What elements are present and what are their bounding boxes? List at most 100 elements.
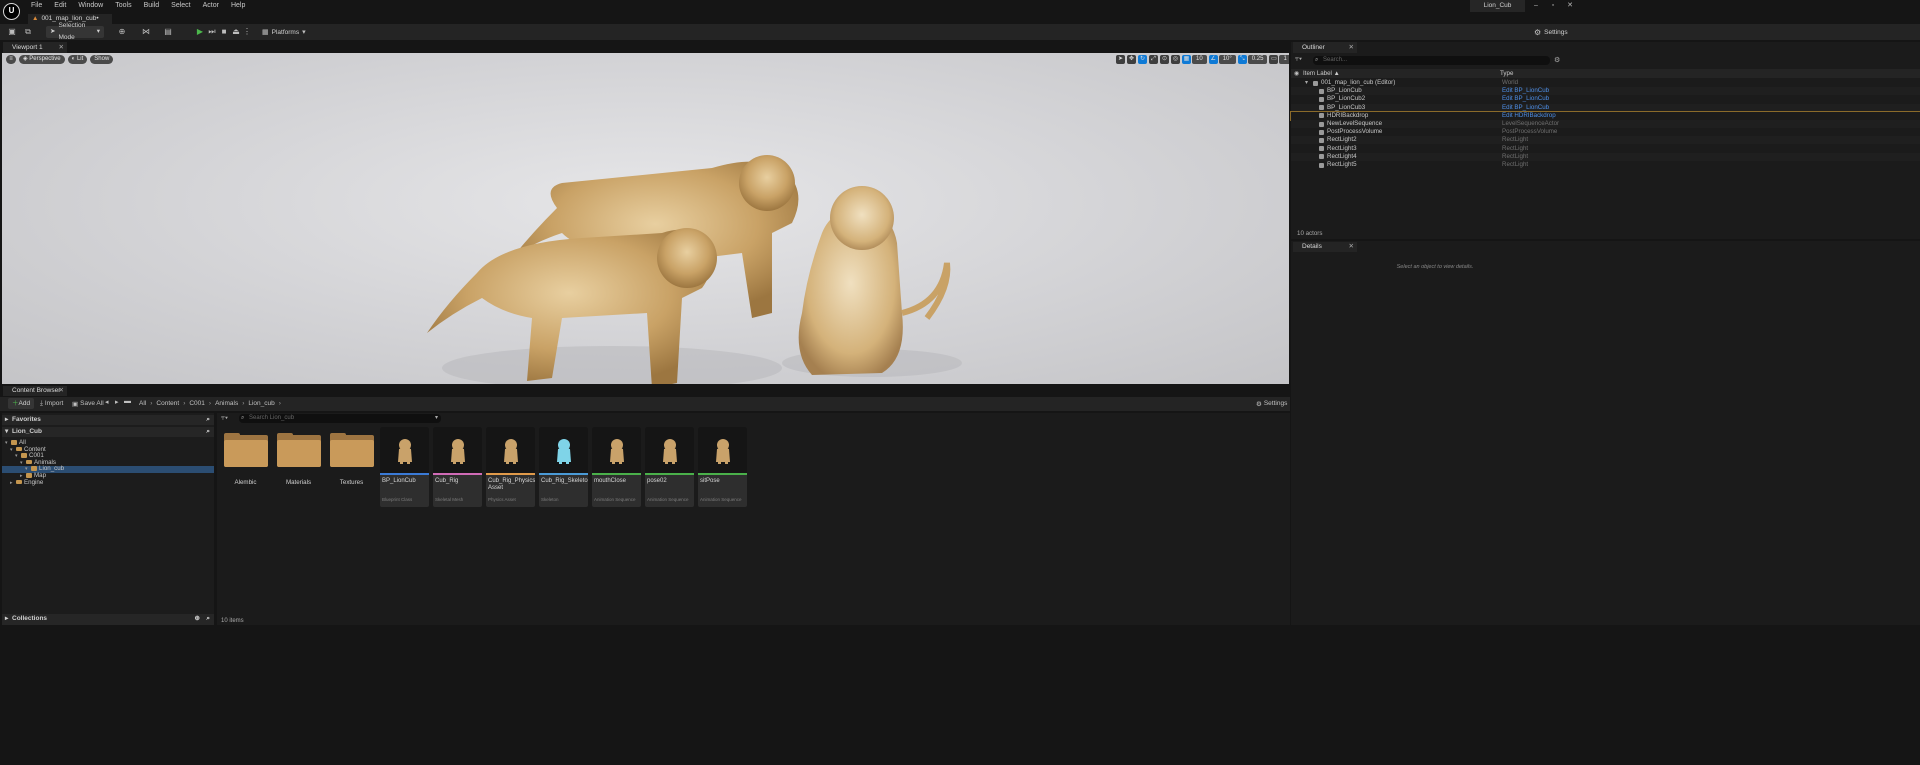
scale-icon[interactable]: ⤢ (1149, 55, 1158, 64)
breadcrumb-item[interactable]: Animals (215, 400, 238, 407)
breadcrumb-separator-icon[interactable]: › (279, 400, 281, 407)
outliner-row[interactable]: RectLight4 RectLight (1291, 152, 1920, 161)
minimize-button[interactable]: – (1528, 0, 1544, 12)
favorites-header[interactable]: ▸ Favorites ⌕ (2, 415, 214, 425)
viewport-tab[interactable]: Viewport 1 ✕ (3, 42, 67, 53)
camera-speed-value[interactable]: 1 (1279, 55, 1289, 64)
breadcrumb-separator-icon[interactable]: › (209, 400, 211, 407)
edit-blueprint-link[interactable]: Edit BP_LionCub (1502, 95, 1549, 103)
outliner-settings-icon[interactable]: ⚙ (1554, 56, 1560, 64)
rotation-snap-icon[interactable]: ∠ (1208, 55, 1218, 64)
content-browser-tab[interactable]: Content Browser ✕ (3, 386, 67, 396)
save-icon[interactable]: ▣ (6, 26, 18, 38)
menu-file[interactable]: File (25, 0, 48, 12)
breadcrumb-item[interactable]: All (139, 400, 146, 407)
menu-window[interactable]: Window (72, 0, 109, 12)
outliner-row[interactable]: RectLight3 RectLight (1291, 145, 1920, 153)
grid-snap-icon[interactable]: ▦ (1182, 55, 1191, 64)
close-icon[interactable]: ✕ (1349, 42, 1354, 53)
translate-icon[interactable]: ✥ (1127, 55, 1136, 64)
step-icon[interactable]: ⏭ (206, 26, 218, 38)
rotation-snap-value[interactable]: 10° (1218, 55, 1236, 64)
visibility-col-icon[interactable]: ◉ (1294, 70, 1299, 77)
add-button[interactable]: ＋Add (8, 398, 35, 409)
filter-icon[interactable]: ⫧▾ (1295, 56, 1302, 64)
close-icon[interactable]: ✕ (1349, 242, 1354, 252)
play-icon[interactable]: ▶ (194, 26, 206, 38)
content-drawer-icon[interactable]: ⧉ (22, 26, 34, 38)
scale-snap-icon[interactable]: ⤡ (1237, 55, 1247, 64)
viewport-menu-icon[interactable]: ≡ (6, 55, 16, 64)
unreal-logo-icon[interactable]: U (3, 3, 20, 20)
outliner-row[interactable]: RectLight2 RectLight (1291, 136, 1920, 145)
outliner-row[interactable]: RectLight5 RectLight (1291, 161, 1920, 169)
grid-snap-value[interactable]: 10 (1192, 55, 1207, 64)
outliner-search-input[interactable]: ⌕ Search... (1313, 56, 1550, 65)
edit-blueprint-link[interactable]: Edit BP_LionCub (1502, 104, 1549, 112)
breadcrumb-item[interactable]: Lion_cub (248, 400, 274, 407)
menu-build[interactable]: Build (138, 0, 166, 12)
collections-header[interactable]: ▸ Collections ⊕ ⌕ (2, 614, 214, 625)
outliner-row[interactable]: PostProcessVolume PostProcessVolume (1291, 128, 1920, 136)
asset-tile[interactable]: Cub_Rig Skeletal Mesh (433, 427, 482, 507)
asset-search-input[interactable]: ⌕ Search Lion_cub ▾ (239, 414, 441, 423)
cinematics-icon[interactable]: ▤ (162, 26, 174, 38)
menu-select[interactable]: Select (165, 0, 196, 12)
menu-tools[interactable]: Tools (109, 0, 137, 12)
search-icon[interactable]: ⌕ (206, 415, 210, 425)
asset-tile[interactable]: Cub_Rig_Physics Asset Physics Asset (486, 427, 535, 507)
folder-tile[interactable]: Textures (327, 427, 376, 507)
add-actor-icon[interactable]: ⊕ (116, 26, 128, 38)
asset-tile[interactable]: pose02 Animation Sequence (645, 427, 694, 507)
menu-help[interactable]: Help (225, 0, 251, 12)
lion-cub-header[interactable]: ▾ Lion_Cub ⌕ (2, 427, 214, 437)
platforms-dropdown[interactable]: ▦ Platforms ▾ (262, 26, 306, 38)
blueprint-icon[interactable]: ⋈ (140, 26, 152, 38)
outliner-row[interactable]: HDRIBackdrop Edit HDRIBackdrop (1290, 110, 1920, 121)
search-icon[interactable]: ⌕ (206, 427, 210, 437)
asset-tile[interactable]: Cub_Rig_Skeleton Skeleton (539, 427, 588, 507)
select-mode-icon[interactable]: ➤ (1116, 55, 1125, 64)
details-tab[interactable]: Details ✕ (1293, 242, 1357, 252)
close-icon[interactable]: ✕ (59, 386, 64, 396)
add-collection-icon[interactable]: ⊕ (195, 614, 200, 624)
level-viewport[interactable]: ≡ ◈ Perspective ◐ Lit Show ➤ ✥ ↻ ⤢ ⊙ ◎ ▦… (2, 53, 1289, 384)
save-all-button[interactable]: ▣ Save All (72, 398, 104, 409)
type-column[interactable]: Type (1500, 70, 1513, 77)
history-forward-icon[interactable]: ▸ (115, 398, 119, 406)
outliner-row[interactable]: BP_LionCub2 Edit BP_LionCub (1291, 95, 1920, 103)
close-window-button[interactable]: ✕ (1562, 0, 1578, 12)
show-button[interactable]: Show (90, 55, 114, 64)
perspective-button[interactable]: ◈ Perspective (19, 55, 65, 64)
cb-settings-button[interactable]: ⚙ Settings (1256, 398, 1287, 409)
outliner-row[interactable]: BP_LionCub3 Edit BP_LionCub (1291, 103, 1920, 112)
world-local-icon[interactable]: ◎ (1171, 55, 1180, 64)
scale-snap-value[interactable]: 0.25 (1247, 55, 1268, 64)
folder-tree-item[interactable]: ▾ Animals (2, 459, 214, 467)
menu-edit[interactable]: Edit (48, 0, 72, 12)
lit-button[interactable]: ◐ Lit (67, 55, 88, 64)
breadcrumb-separator-icon[interactable]: › (183, 400, 185, 407)
search-icon[interactable]: ⌕ (206, 614, 210, 624)
menu-actor[interactable]: Actor (197, 0, 225, 12)
maximize-button[interactable]: ▫ (1545, 0, 1561, 12)
outliner-row[interactable]: NewLevelSequence LevelSequenceActor (1291, 120, 1920, 128)
stop-icon[interactable]: ■ (218, 26, 230, 38)
folder-tile[interactable]: Alembic (221, 427, 270, 507)
close-icon[interactable]: ✕ (59, 42, 64, 53)
asset-tile[interactable]: BP_LionCub Blueprint Class (380, 427, 429, 507)
filter-icon[interactable]: ⫧▾ (221, 415, 228, 423)
folder-tile[interactable]: Materials (274, 427, 323, 507)
more-options-icon[interactable]: ⋮ (241, 26, 253, 38)
breadcrumb-item[interactable]: Content (156, 400, 179, 407)
outliner-tab[interactable]: Outliner ✕ (1293, 42, 1357, 53)
surface-snap-icon[interactable]: ⊙ (1160, 55, 1169, 64)
outliner-row[interactable]: ▾ 001_map_lion_cub (Editor) World (1291, 79, 1920, 87)
asset-tile[interactable]: mouthClose Animation Sequence (592, 427, 641, 507)
chevron-down-icon[interactable]: ▾ (1305, 79, 1308, 87)
breadcrumb-item[interactable]: C001 (189, 400, 205, 407)
breadcrumb-separator-icon[interactable]: › (150, 400, 152, 407)
chevron-down-icon[interactable]: ▾ (435, 414, 438, 423)
history-back-icon[interactable]: ◂ (105, 398, 109, 406)
camera-speed-icon[interactable]: ▭ (1269, 55, 1279, 64)
